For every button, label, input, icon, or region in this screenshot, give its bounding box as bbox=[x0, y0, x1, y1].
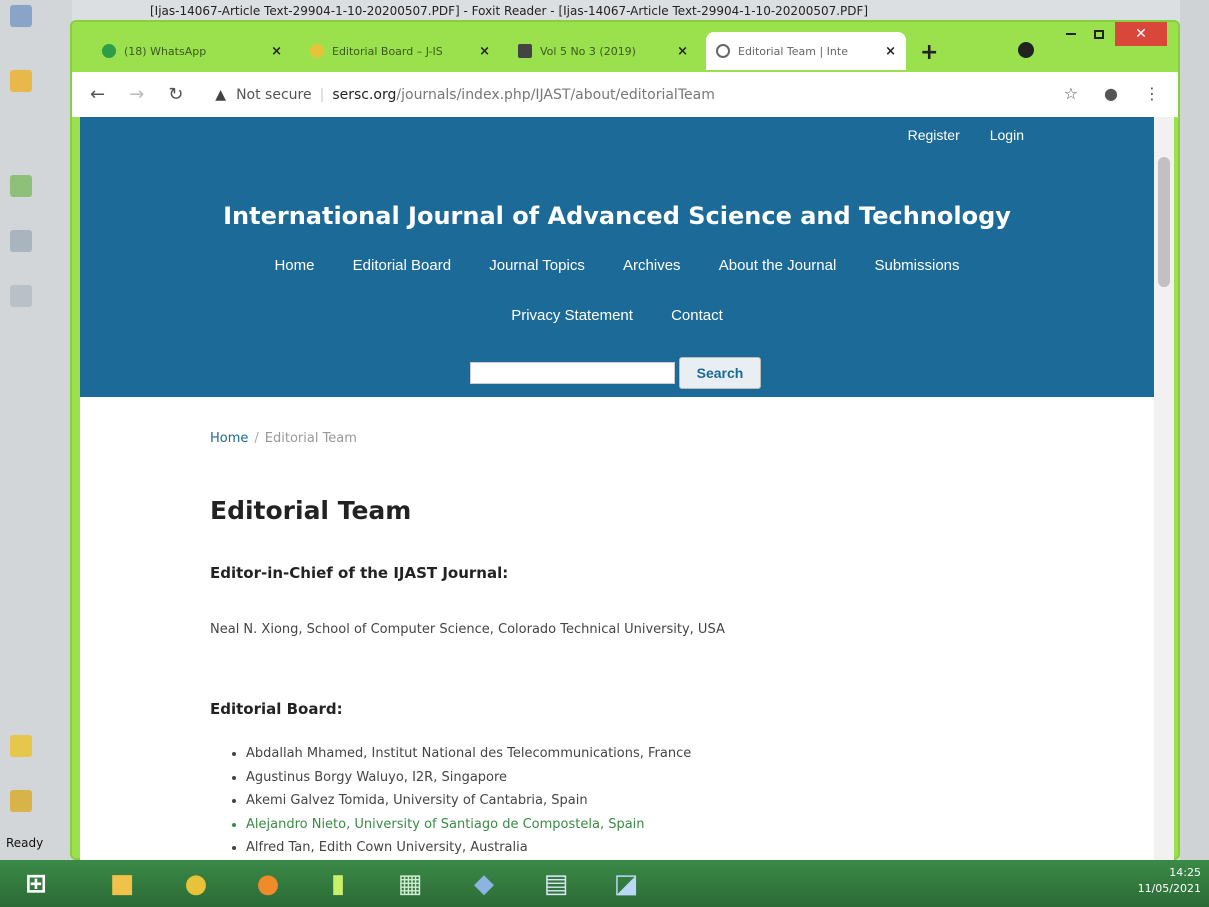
address-bar-actions: ☆ ● ⋮ bbox=[1064, 84, 1160, 103]
close-window-button[interactable]: ✕ bbox=[1115, 22, 1167, 46]
main-menu-row-2: Privacy Statement Contact bbox=[80, 307, 1154, 324]
menu-privacy[interactable]: Privacy Statement bbox=[511, 307, 633, 324]
search-button[interactable]: Search bbox=[679, 357, 761, 389]
background-status-text: Ready bbox=[6, 836, 44, 850]
forward-icon[interactable]: → bbox=[129, 84, 144, 105]
close-icon[interactable]: × bbox=[479, 44, 490, 59]
tab-whatsapp[interactable]: (18) WhatsApp × bbox=[92, 32, 292, 70]
stats-app-icon[interactable]: ▮ bbox=[310, 863, 366, 904]
bookmark-icon[interactable] bbox=[10, 175, 32, 197]
site-icon bbox=[310, 44, 324, 58]
tab-vol5[interactable]: Vol 5 No 3 (2019) × bbox=[508, 32, 698, 70]
url-field[interactable]: sersc.org/journals/index.php/IJAST/about… bbox=[332, 87, 715, 103]
tab-label: Vol 5 No 3 (2019) bbox=[540, 44, 636, 58]
tab-label: (18) WhatsApp bbox=[124, 44, 207, 58]
scrollbar-thumb[interactable] bbox=[1158, 157, 1170, 287]
tab-label: Editorial Board – J-IS bbox=[332, 44, 443, 58]
start-button[interactable]: ⊞ bbox=[8, 863, 64, 904]
list-item: Alejandro Nieto, University of Santiago … bbox=[246, 813, 691, 837]
file-explorer-icon[interactable]: ■ bbox=[94, 863, 150, 904]
attachment-icon[interactable] bbox=[10, 790, 32, 812]
list-item: Agustinus Borgy Waluyo, I2R, Singapore bbox=[246, 766, 691, 790]
site-header: Register Login International Journal of … bbox=[80, 117, 1154, 397]
breadcrumb-home[interactable]: Home bbox=[210, 431, 248, 446]
menu-editorial-board[interactable]: Editorial Board bbox=[353, 257, 451, 274]
pages-icon[interactable] bbox=[10, 230, 32, 252]
minimize-button[interactable] bbox=[1057, 22, 1085, 46]
menu-archives[interactable]: Archives bbox=[623, 257, 681, 274]
board-list: Abdallah Mhamed, Institut National des T… bbox=[228, 742, 691, 860]
maximize-button[interactable] bbox=[1085, 22, 1113, 46]
whatsapp-icon bbox=[102, 44, 116, 58]
menu-about[interactable]: About the Journal bbox=[719, 257, 837, 274]
board-heading: Editorial Board: bbox=[210, 700, 343, 718]
background-left-panel bbox=[0, 0, 72, 907]
url-path: /journals/index.php/IJAST/about/editoria… bbox=[396, 86, 715, 103]
menu-contact[interactable]: Contact bbox=[671, 307, 723, 324]
breadcrumb: Home / Editorial Team bbox=[210, 431, 357, 446]
list-item: Alfred Tan, Edith Cown University, Austr… bbox=[246, 836, 691, 860]
globe-icon bbox=[716, 44, 730, 58]
comment-icon[interactable] bbox=[10, 735, 32, 757]
user-links: Register Login bbox=[908, 127, 1024, 143]
page-viewport: Register Login International Journal of … bbox=[80, 117, 1154, 860]
clock-time[interactable]: 14:25 bbox=[1138, 865, 1201, 881]
list-item: Akemi Galvez Tomida, University of Canta… bbox=[246, 789, 691, 813]
tab-label: Editorial Team | Inte bbox=[738, 44, 848, 58]
back-icon[interactable]: ← bbox=[90, 84, 105, 105]
r-app-icon[interactable]: ◆ bbox=[456, 863, 512, 904]
page-scrollbar[interactable] bbox=[1154, 117, 1174, 860]
tab-editorial-team[interactable]: Editorial Team | Inte × bbox=[706, 32, 906, 70]
close-icon[interactable]: × bbox=[271, 44, 282, 59]
background-right-panel bbox=[1180, 0, 1209, 907]
close-icon[interactable]: × bbox=[677, 44, 688, 59]
chief-heading: Editor-in-Chief of the IJAST Journal: bbox=[210, 564, 509, 582]
breadcrumb-current: Editorial Team bbox=[264, 431, 357, 446]
menu-journal-topics[interactable]: Journal Topics bbox=[489, 257, 585, 274]
clock-date[interactable]: 11/05/2021 bbox=[1138, 881, 1201, 897]
site-title[interactable]: International Journal of Advanced Scienc… bbox=[80, 202, 1154, 230]
new-tab-button[interactable]: + bbox=[920, 40, 938, 65]
chrome-icon[interactable]: ● bbox=[168, 863, 224, 904]
journal-icon bbox=[518, 44, 532, 58]
browser-window: (18) WhatsApp × Editorial Board – J-IS ×… bbox=[70, 20, 1180, 860]
pdf-editor-icon[interactable]: ◪ bbox=[598, 863, 654, 904]
url-domain: sersc.org bbox=[332, 86, 397, 103]
close-icon[interactable]: × bbox=[885, 44, 896, 59]
address-divider: | bbox=[319, 86, 325, 103]
account-icon[interactable]: ● bbox=[1104, 84, 1118, 103]
address-bar: ← → ↻ ▲ Not secure | sersc.org/journals/… bbox=[72, 72, 1178, 117]
page-title: Editorial Team bbox=[210, 496, 412, 525]
menu-home[interactable]: Home bbox=[274, 257, 314, 274]
site-search: Search bbox=[470, 357, 761, 389]
folder-icon[interactable] bbox=[10, 70, 32, 92]
menu-icon[interactable]: ⋮ bbox=[1144, 84, 1160, 103]
login-link[interactable]: Login bbox=[990, 127, 1024, 143]
main-menu-row-1: Home Editorial Board Journal Topics Arch… bbox=[80, 257, 1154, 274]
chief-text: Neal N. Xiong, School of Computer Scienc… bbox=[210, 622, 725, 637]
menu-submissions[interactable]: Submissions bbox=[874, 257, 959, 274]
list-item: Abdallah Mhamed, Institut National des T… bbox=[246, 742, 691, 766]
edit-icon[interactable] bbox=[10, 5, 32, 27]
tab-bar: (18) WhatsApp × Editorial Board – J-IS ×… bbox=[72, 22, 1178, 72]
register-link[interactable]: Register bbox=[908, 127, 960, 143]
profile-icon[interactable] bbox=[1018, 42, 1034, 58]
system-tray: 14:25 11/05/2021 bbox=[1138, 865, 1201, 897]
taskbar: ⊞ ■ ● ● ▮ ▦ ◆ ▤ ◪ 14:25 11/05/2021 bbox=[0, 860, 1209, 907]
excel-icon[interactable]: ▦ bbox=[382, 863, 438, 904]
word-icon[interactable]: ▤ bbox=[528, 863, 584, 904]
layers-icon[interactable] bbox=[10, 285, 32, 307]
search-input[interactable] bbox=[470, 362, 675, 384]
warning-icon[interactable]: ▲ bbox=[215, 87, 226, 103]
security-label[interactable]: Not secure bbox=[236, 87, 312, 103]
tab-editorial-board[interactable]: Editorial Board – J-IS × bbox=[300, 32, 500, 70]
reload-icon[interactable]: ↻ bbox=[168, 84, 183, 105]
breadcrumb-separator: / bbox=[254, 431, 259, 446]
background-window-title: [Ijas-14067-Article Text-29904-1-10-2020… bbox=[0, 0, 1209, 22]
firefox-icon[interactable]: ● bbox=[240, 863, 296, 904]
star-icon[interactable]: ☆ bbox=[1064, 84, 1078, 103]
